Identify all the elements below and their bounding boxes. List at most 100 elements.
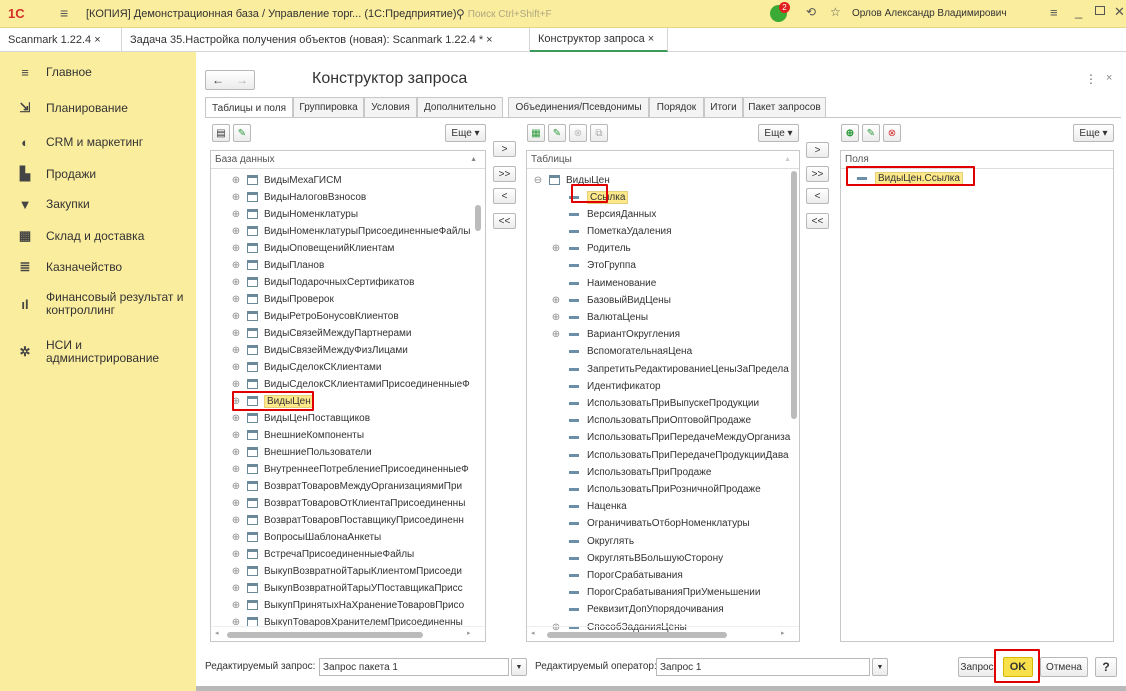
expand-icon[interactable]: ⊕ [551,243,561,254]
edited-operator-select[interactable]: Запрос 1 [656,658,870,676]
fields-list[interactable]: Поля ВидыЦен.Ссылка [840,150,1114,642]
favorites-icon[interactable]: ☆ [830,5,841,19]
tables-scroll-up-icon[interactable]: ▲ [784,156,791,163]
database-tree-item[interactable]: ⊕ ВозвратТоваровМеждуОрганизациямиПри [231,477,462,495]
database-tree-item[interactable]: ⊕ ВыкупВозвратнойТарыКлиентомПрисоеди [231,562,462,580]
global-search[interactable]: ⚲ Поиск Ctrl+Shift+F [456,5,626,23]
expand-icon[interactable]: ⊕ [231,600,241,611]
table-field-item[interactable]: РеквизитДопУпорядочивания [551,601,724,619]
database-tree-item[interactable]: ⊕ ВнутреннееПотреблениеПрисоединенныеФ [231,460,469,478]
table-field-item[interactable]: ЗапретитьРедактированиеЦеныЗаПредела [551,360,789,378]
table-field-item[interactable]: ⊕ ВалютаЦены [551,308,648,326]
table-field-item[interactable]: ИспользоватьПриПередачеПродукцииДава [551,446,789,464]
expand-icon[interactable]: ⊕ [231,192,241,203]
tab-order[interactable]: Порядок [649,97,704,117]
database-tree-item[interactable]: ⊕ ВидыЦенПоставщиков [231,409,370,427]
database-tree-item[interactable]: ⊕ ВопросыШаблонаАнкеты [231,528,381,546]
tables-horizontal-scrollbar[interactable] [547,632,727,638]
sidebar-item-sales[interactable]: ▙ Продажи [0,164,196,184]
scroll-left-icon[interactable]: ◂ [215,629,219,637]
table-field-item[interactable]: ⊕ Родитель [551,240,631,258]
add-field-button[interactable]: > [806,142,829,158]
database-tree-item[interactable]: ⊕ ВозвратТоваровОтКлиентаПрисоединенны [231,494,466,512]
sidebar-item-warehouse[interactable]: ▦ Склад и доставка [0,226,196,246]
expand-icon[interactable]: ⊕ [231,498,241,509]
database-tree-item[interactable]: ⊕ ВидыПланов [231,256,324,274]
expand-icon[interactable]: ⊕ [551,295,561,306]
database-tree-item[interactable]: ⊕ ВыкупПринятыхНаХранениеТоваровПрисо [231,596,464,614]
query-edit-button[interactable]: ✎ [233,124,251,142]
back-arrow-icon[interactable]: ← [212,73,224,87]
help-button[interactable]: ? [1095,657,1117,677]
database-tree-item[interactable]: ⊕ ВстречаПрисоединенныеФайлы [231,545,414,563]
sidebar-item-main[interactable]: ≡ Главное [0,62,196,82]
cancel-button[interactable]: Отмена [1040,657,1088,677]
current-user[interactable]: Орлов Александр Владимирович [852,8,1007,19]
database-tree-item[interactable]: ⊕ ВнешниеКомпоненты [231,426,364,444]
sidebar-item-finance[interactable]: ıl Финансовый результат и контроллинг [0,288,196,320]
expand-icon[interactable]: ⊕ [231,583,241,594]
database-tree-item[interactable]: ⊕ ВидыНалоговВзносов [231,188,366,206]
sidebar-item-admin[interactable]: ✲ НСИ и администрирование [0,336,196,368]
database-tree-item[interactable]: ⊕ ВидыПроверок [231,290,334,308]
close-icon[interactable]: ✕ [1114,4,1125,20]
table-field-item[interactable]: ВспомогательнаяЦена [551,343,692,361]
sidebar-item-purchases[interactable]: ▼ Закупки [0,194,196,214]
expand-icon[interactable]: ⊕ [231,311,241,322]
tab-task-35[interactable]: Задача 35.Настройка получения объектов (… [122,28,530,52]
form-menu-icon[interactable]: ⋮ [1085,72,1097,86]
expand-icon[interactable]: ⊕ [231,379,241,390]
table-field-item[interactable]: ОкруглятьВБольшуюСторону [551,549,723,567]
table-field-item[interactable]: ИспользоватьПриПродаже [551,463,711,481]
edited-operator-dropdown[interactable]: ▼ [872,658,888,676]
tables-more-button[interactable]: Еще ▾ [758,124,799,142]
database-tree-item[interactable]: ⊕ ВидыСделокСКлиентами [231,358,382,376]
database-tree-item[interactable]: ⊕ ВнешниеПользователи [231,443,372,461]
edited-query-select[interactable]: Запрос пакета 1 [319,658,509,676]
tables-tree[interactable]: Таблицы ▲ ⊖ ВидыЦен Ссылка ВерсияДанных По… [526,150,800,642]
expand-icon[interactable]: ⊕ [231,515,241,526]
database-tree-item[interactable]: ⊕ ВидыПодарочныхСертификатов [231,273,415,291]
expand-icon[interactable]: ⊕ [231,277,241,288]
table-field-item[interactable]: ОграничиватьОтборНоменклатуры [551,515,750,533]
table-field-item[interactable]: ИспользоватьПриВыпускеПродукции [551,394,759,412]
table-field-item[interactable]: ЭтоГруппа [551,257,636,275]
expand-icon[interactable]: ⊕ [231,362,241,373]
table-field-item[interactable]: Идентификатор [551,377,661,395]
view-mode-button[interactable]: ▤ [212,124,230,142]
database-tree-item[interactable]: ⊕ ВидыНоменклатурыПрисоединенныеФайлы [231,222,471,240]
table-field-item[interactable]: ВерсияДанных [551,205,656,223]
edit-field-button[interactable]: ✎ [862,124,880,142]
db-horizontal-scrollbar[interactable] [227,632,423,638]
expand-icon[interactable]: ⊕ [231,243,241,254]
database-tree-item[interactable]: ⊕ ВозвратТоваровПоставщикуПрисоединенн [231,511,464,529]
sidebar-item-planning[interactable]: ⇲ Планирование [0,98,196,118]
scroll-right-icon[interactable]: ▸ [467,629,471,637]
tab-query-batch[interactable]: Пакет запросов [743,97,826,117]
tables-vertical-scrollbar[interactable] [791,171,797,419]
db-more-button[interactable]: Еще ▾ [445,124,486,142]
table-field-item[interactable]: ИспользоватьПриПередачеМеждуОрганиза [551,429,790,447]
database-tree-item[interactable]: ⊕ ВыкупВозвратнойТарыУПоставщикаПрисс [231,579,463,597]
expand-icon[interactable]: ⊕ [231,464,241,475]
form-close-icon[interactable]: × [1106,72,1112,84]
table-field-item[interactable]: ИспользоватьПриРозничнойПродаже [551,480,761,498]
tab-unions-aliases[interactable]: Объединения/Псевдонимы [508,97,649,117]
tab-advanced[interactable]: Дополнительно [417,97,503,117]
database-tree-item[interactable]: ⊕ ВидыСвязейМеждуПартнерами [231,324,412,342]
search-input[interactable]: Поиск Ctrl+Shift+F [468,9,552,20]
tab-totals[interactable]: Итоги [704,97,743,117]
sidebar-item-crm[interactable]: ◐ CRM и маркетинг [0,132,196,152]
database-tree-item[interactable]: ⊕ ВидыОповещенийКлиентам [231,239,395,257]
add-field-tool-button[interactable]: ⊕ [841,124,859,142]
expand-icon[interactable]: ⊕ [231,345,241,356]
tables-scroll-right-icon[interactable]: ▸ [781,629,785,637]
delete-table-button[interactable]: ⊗ [569,124,587,142]
expand-icon[interactable]: ⊕ [231,260,241,271]
expand-icon[interactable]: ⊕ [551,312,561,323]
tab-query-builder[interactable]: Конструктор запроса × [530,28,668,52]
expand-icon[interactable]: ⊕ [231,226,241,237]
expand-icon[interactable]: ⊕ [231,328,241,339]
add-table-tool-button[interactable]: ▦ [527,124,545,142]
collapse-icon[interactable]: ⊖ [533,175,543,186]
